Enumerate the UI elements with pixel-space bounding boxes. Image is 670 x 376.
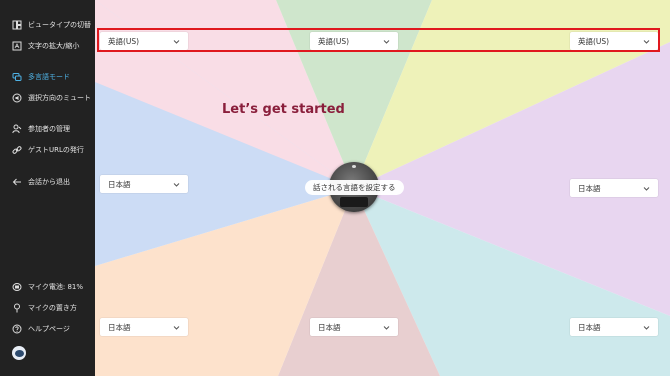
sidebar-item-text-size[interactable]: 文字の拡大/縮小	[12, 39, 79, 53]
sidebar-item-label: 文字の拡大/縮小	[28, 42, 80, 50]
avatar-eye-icon	[14, 349, 24, 357]
sidebar-item-help[interactable]: ヘルプページ	[12, 322, 70, 336]
sidebar-item-label: ヘルプページ	[28, 325, 70, 333]
sidebar-item-label: マイク電池: 81%	[28, 283, 84, 291]
sidebar-item-battery: マイク電池: 81%	[12, 280, 83, 294]
dropdown-value: 日本語	[318, 322, 341, 332]
chevron-down-icon	[643, 38, 650, 45]
sidebar-item-exit[interactable]: 会話から退出	[12, 175, 70, 189]
mic-placement-icon	[12, 303, 22, 313]
language-dropdown-mid-right[interactable]: 日本語	[570, 179, 658, 197]
language-dropdown-top-center[interactable]: 英語(US)	[310, 32, 398, 50]
device-indicator	[352, 165, 356, 168]
link-icon	[12, 145, 22, 155]
device-screen	[340, 197, 368, 207]
help-icon	[12, 324, 22, 334]
sidebar-item-label: 参加者の管理	[28, 125, 70, 133]
multilingual-icon	[12, 72, 22, 82]
dropdown-value: 英語(US)	[108, 36, 140, 46]
sidebar-item-multilingual[interactable]: 多言語モード	[12, 70, 70, 84]
language-dropdown-top-right[interactable]: 英語(US)	[570, 32, 658, 50]
language-dropdown-top-left[interactable]: 英語(US)	[100, 32, 188, 50]
battery-icon	[12, 282, 22, 292]
dropdown-value: 日本語	[108, 322, 131, 332]
dropdown-value: 英語(US)	[578, 36, 610, 46]
sidebar-item-view-toggle[interactable]: ビュータイプの切替	[12, 18, 91, 32]
dropdown-value: 英語(US)	[318, 36, 350, 46]
chevron-down-icon	[643, 324, 650, 331]
sidebar-item-label: ゲストURLの発行	[28, 146, 84, 154]
sidebar-item-mute-direction[interactable]: 選択方向のミュート	[12, 91, 91, 105]
sidebar-item-mic-placement[interactable]: マイクの置き方	[12, 301, 77, 315]
sidebar-item-participants[interactable]: 参加者の管理	[12, 122, 70, 136]
language-dropdown-bottom-right[interactable]: 日本語	[570, 318, 658, 336]
dropdown-value: 日本語	[578, 322, 601, 332]
mute-direction-icon	[12, 93, 22, 103]
chevron-down-icon	[643, 185, 650, 192]
center-language-label: 話される言語を設定する	[305, 180, 404, 195]
chevron-down-icon	[383, 324, 390, 331]
sidebar-item-label: ビュータイプの切替	[28, 21, 91, 29]
dropdown-value: 日本語	[108, 179, 131, 189]
sidebar-item-label: 会話から退出	[28, 178, 70, 186]
language-dropdown-mid-left[interactable]: 日本語	[100, 175, 188, 193]
language-dropdown-bottom-center[interactable]: 日本語	[310, 318, 398, 336]
chevron-down-icon	[173, 324, 180, 331]
language-dropdown-bottom-left[interactable]: 日本語	[100, 318, 188, 336]
sidebar: ビュータイプの切替 文字の拡大/縮小 多言語モード 選択方向のミュート 参加者の…	[0, 0, 95, 376]
exit-arrow-icon	[12, 177, 22, 187]
sidebar-item-label: 選択方向のミュート	[28, 94, 91, 102]
chevron-down-icon	[173, 181, 180, 188]
sidebar-item-guest-url[interactable]: ゲストURLの発行	[12, 143, 84, 157]
sidebar-item-label: マイクの置き方	[28, 304, 77, 312]
view-toggle-icon	[12, 20, 22, 30]
text-size-icon	[12, 41, 22, 51]
chevron-down-icon	[383, 38, 390, 45]
sidebar-item-label: 多言語モード	[28, 73, 70, 81]
avatar[interactable]	[12, 346, 26, 360]
dropdown-value: 日本語	[578, 183, 601, 193]
headline: Let’s get started	[222, 102, 345, 117]
chevron-down-icon	[173, 38, 180, 45]
participants-icon	[12, 124, 22, 134]
